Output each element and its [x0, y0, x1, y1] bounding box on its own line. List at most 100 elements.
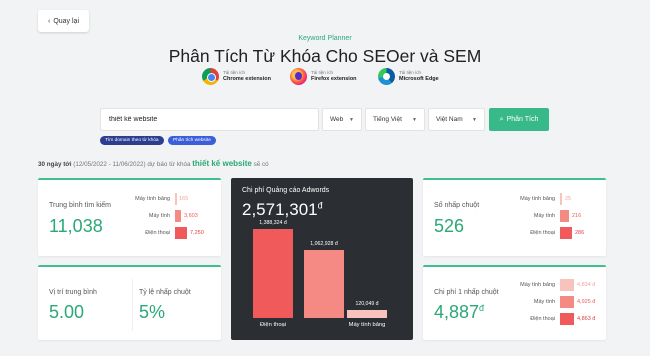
keyword-input[interactable]: [100, 108, 319, 131]
breakdown-label: Điện thoại: [530, 316, 555, 322]
breakdown-row: Máy tính bảng 25: [520, 193, 600, 205]
breakdown-row: Máy tính bảng 165: [135, 193, 215, 205]
breakdown-bar: [560, 279, 574, 291]
chart-category-label: Máy tính bảng: [348, 322, 386, 328]
language-select[interactable]: Tiếng Việt ▼: [365, 108, 425, 131]
chart-bar: [253, 228, 293, 318]
caret-down-icon: ▼: [472, 116, 477, 123]
period-days: 30 ngày tới: [38, 161, 72, 168]
select-value: Việt Nam: [436, 116, 463, 123]
card-label: Số nhấp chuột: [434, 202, 480, 209]
breakdown-value: 3,603: [184, 213, 198, 219]
breakdown-bar: [560, 227, 572, 239]
position-ctr-card: Vị trí trung bình 5.00 Tỷ lệ nhấp chuột …: [38, 265, 221, 340]
chrome-extension-link[interactable]: Tải tiện ích Chrome extension: [202, 68, 282, 85]
breakdown-label: Máy tính: [533, 213, 555, 219]
breakdown-label: Máy tính: [533, 299, 555, 305]
cpc-breakdown: Máy tính bảng 4,834 đ Máy tính 4,925 đ Đ…: [520, 279, 600, 339]
find-domain-chip[interactable]: Tìm domain theo từ khóa: [100, 136, 164, 145]
breakdown-bar: [560, 210, 569, 222]
searches-breakdown: Máy tính bảng 165 Máy tính 3,603 Điện th…: [135, 193, 215, 253]
breakdown-row: Điện thoại 4,863 đ: [530, 313, 600, 325]
forecast-period: 30 ngày tới (12/05/2022 - 11/06/2022) dự…: [38, 159, 269, 168]
breakdown-row: Máy tính 4,925 đ: [534, 296, 600, 308]
breakdown-value: 4,925 đ: [577, 299, 596, 305]
breakdown-label: Điện thoại: [145, 230, 170, 236]
period-suffix: sẽ có: [253, 161, 269, 168]
breakdown-row: Máy tính 216: [534, 210, 600, 222]
breakdown-label: Máy tính: [148, 213, 170, 219]
ext-name: Microsoft Edge: [399, 75, 439, 82]
card-label: Vị trí trung bình: [49, 289, 97, 296]
chart-bar: [347, 310, 387, 318]
breakdown-row: Điện thoại 7,250: [145, 227, 215, 239]
page-title: Phân Tích Từ Khóa Cho SEOer và SEM: [168, 46, 482, 66]
period-range: (12/05/2022 - 11/06/2022) dự báo từ khóa: [73, 161, 191, 168]
card-label: Trung bình tìm kiếm: [49, 202, 111, 209]
breakdown-bar: [560, 313, 574, 325]
period-keyword: thiết kế website: [192, 159, 252, 168]
edge-icon: [378, 68, 395, 85]
card-value: 5.00: [49, 302, 85, 322]
edge-extension-link[interactable]: Tải tiện ích Microsoft Edge: [378, 68, 458, 85]
currency-symbol: đ: [479, 303, 485, 313]
clicks-card: Số nhấp chuột 526 Máy tính bảng 25 Máy t…: [423, 178, 606, 256]
firefox-icon: [290, 68, 307, 85]
avg-searches-card: Trung bình tìm kiếm 11,038 Máy tính bảng…: [38, 178, 221, 256]
back-label: Quay lại: [53, 17, 80, 25]
ext-name: Firefox extension: [311, 75, 357, 82]
breakdown-bar: [175, 210, 181, 222]
ext-name: Chrome extension: [223, 75, 271, 82]
breakdown-label: Máy tính bảng: [520, 196, 555, 202]
breakdown-bar: [175, 193, 177, 205]
cpc-card: Chi phí 1 nhấp chuột 4,887đ Máy tính bản…: [423, 265, 606, 340]
divider: [132, 279, 133, 331]
adwords-cost-card: Chi phí Quảng cáo Adwords 2,571,301đ 1,3…: [231, 178, 413, 340]
adwords-chart: 1,388,324 đ 1,062,928 đ 120,049 đ Điện thoạ…: [231, 178, 413, 340]
breakdown-value: 4,863 đ: [577, 316, 596, 322]
breakdown-label: Điện thoại: [530, 230, 555, 236]
breakdown-bar: [175, 227, 187, 239]
chart-value-label: 1,062,928 đ: [310, 240, 338, 247]
breakdown-value: 216: [572, 213, 582, 219]
breakdown-value: 286: [575, 230, 585, 236]
search-icon: ⌕: [499, 115, 504, 123]
select-value: Tiếng Việt: [373, 116, 402, 123]
analyze-button[interactable]: ⌕ Phân Tích: [489, 108, 549, 131]
extension-links: Tải tiện ích Chrome extension Tải tiện íc…: [202, 68, 458, 85]
breakdown-row: Máy tính 3,603: [149, 210, 215, 222]
page-kicker: Keyword Planner: [298, 35, 352, 42]
country-select[interactable]: Việt Nam ▼: [428, 108, 485, 131]
caret-down-icon: ▼: [412, 116, 417, 123]
select-value: Web: [330, 116, 344, 123]
caret-down-icon: ▼: [349, 116, 354, 123]
analyze-website-chip[interactable]: Phân tích website: [168, 136, 216, 145]
card-label: Chi phí 1 nhấp chuột: [434, 289, 499, 296]
breakdown-label: Máy tính bảng: [135, 196, 170, 202]
firefox-extension-link[interactable]: Tải tiện ích Firefox extension: [290, 68, 370, 85]
platform-select[interactable]: Web ▼: [322, 108, 362, 131]
chart-value-label: 1,388,324 đ: [259, 219, 287, 226]
breakdown-row: Điện thoại 286: [530, 227, 600, 239]
breakdown-label: Máy tính bảng: [520, 282, 555, 288]
back-button[interactable]: ‹ Quay lại: [38, 10, 89, 32]
chrome-icon: [202, 68, 219, 85]
analyze-label: Phân Tích: [506, 116, 539, 123]
card-value-number: 4,887: [434, 302, 480, 322]
card-value: 5%: [139, 302, 166, 322]
card-label: Tỷ lệ nhấp chuột: [139, 289, 191, 296]
breakdown-value: 7,250: [190, 230, 204, 236]
breakdown-bar: [560, 296, 574, 308]
card-value: 4,887đ: [434, 302, 484, 323]
breakdown-value: 4,834 đ: [577, 282, 596, 288]
chart-value-label: 120,049 đ: [355, 301, 379, 308]
card-value: 11,038: [49, 216, 103, 236]
breakdown-bar: [560, 193, 562, 205]
breakdown-value: 165: [179, 196, 189, 202]
chart-category-label: Điện thoại: [259, 322, 287, 328]
card-value: 526: [434, 216, 465, 236]
chevron-left-icon: ‹: [47, 17, 51, 25]
breakdown-value: 25: [565, 196, 572, 202]
chart-bar: [304, 249, 344, 318]
clicks-breakdown: Máy tính bảng 25 Máy tính 216 Điện thoại…: [520, 193, 600, 253]
